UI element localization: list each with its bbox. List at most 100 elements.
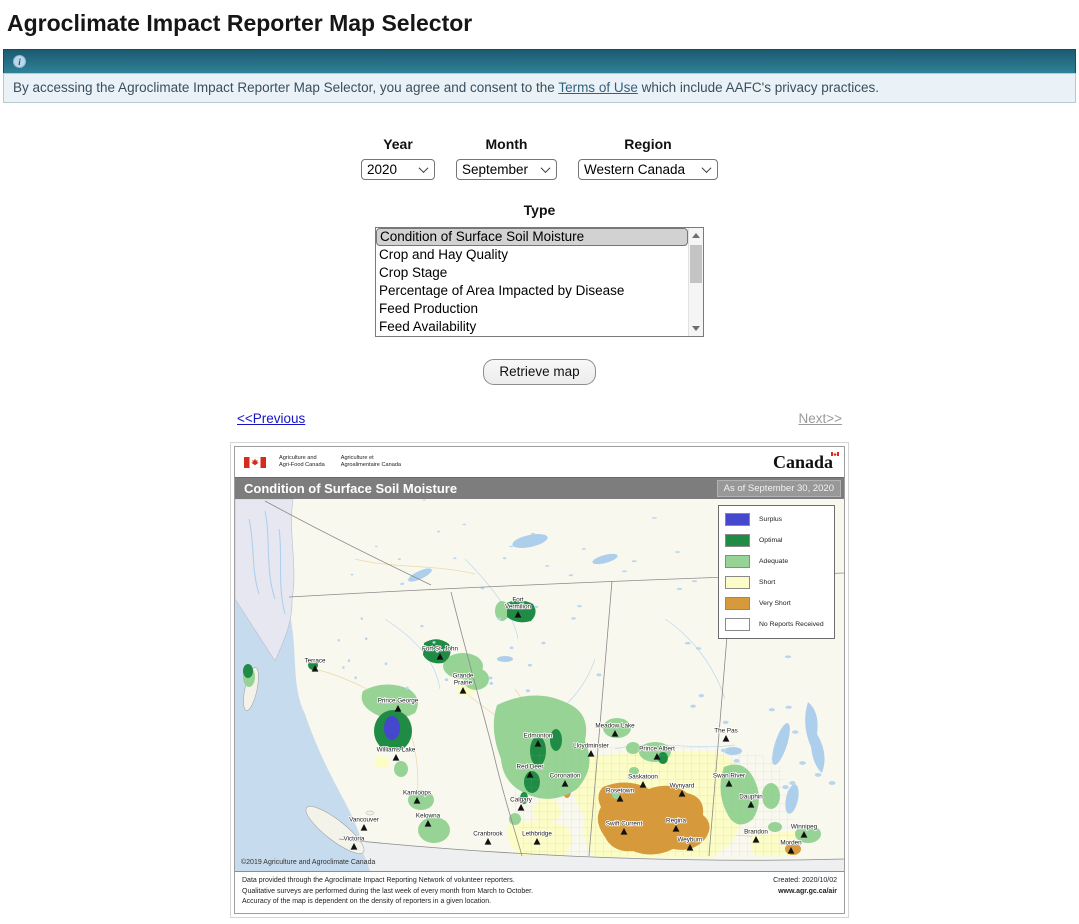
month-label: Month: [486, 136, 528, 152]
scroll-up-button[interactable]: [689, 228, 703, 243]
svg-text:Kamloops: Kamloops: [403, 790, 431, 797]
year-label: Year: [383, 136, 413, 152]
region-label: Region: [624, 136, 671, 152]
svg-text:Victoria: Victoria: [344, 836, 365, 843]
map-canvas: TerraceFortVermilionFort St. JohnGrandeP…: [235, 499, 844, 871]
chevron-down-icon: [702, 163, 712, 173]
legend-swatch-none: [725, 618, 750, 631]
map-copyright: ©2019 Agriculture and Agroclimate Canada: [241, 859, 375, 866]
svg-text:Weyburn: Weyburn: [677, 837, 703, 844]
legend-label: Short: [759, 579, 775, 586]
type-option[interactable]: Feed Production: [376, 300, 688, 318]
map-footer-line: Qualitative surveys are performed during…: [242, 887, 533, 898]
legend-item-optimal: Optimal: [719, 530, 834, 551]
scrollbar-thumb[interactable]: [690, 245, 702, 283]
legend-swatch-optimal: [725, 534, 750, 547]
svg-text:Lethbridge: Lethbridge: [522, 831, 552, 838]
svg-text:Winnipeg: Winnipeg: [791, 824, 818, 831]
chevron-down-icon: [541, 163, 551, 173]
map-gov-header: Agriculture and Agri-Food Canada Agricul…: [235, 447, 844, 477]
map-footer-line: Accuracy of the map is dependent on the …: [242, 897, 533, 908]
map-title-bar: Condition of Surface Soil Moisture As of…: [235, 477, 844, 499]
legend-label: No Reports Received: [759, 621, 824, 628]
legend-item-short: Short: [719, 572, 834, 593]
scroll-down-button[interactable]: [689, 321, 703, 336]
page-title: Agroclimate Impact Reporter Map Selector: [7, 10, 1079, 37]
type-label: Type: [0, 202, 1079, 218]
map-as-of-date: As of September 30, 2020: [717, 480, 841, 497]
region-value: Western Canada: [584, 162, 695, 177]
legend-item-very_short: Very Short: [719, 593, 834, 614]
department-name-fr: Agriculture et Agroalimentaire Canada: [341, 455, 401, 469]
info-banner: i: [3, 49, 1076, 73]
svg-text:Kelowna: Kelowna: [416, 813, 441, 820]
department-name-en: Agriculture and Agri-Food Canada: [279, 455, 325, 469]
canada-flag-icon: [244, 457, 266, 468]
type-option[interactable]: Feed Availability: [376, 318, 688, 336]
svg-text:Dauphin: Dauphin: [739, 794, 763, 801]
svg-text:Prince Albert: Prince Albert: [639, 746, 675, 753]
svg-text:Fort St. John: Fort St. John: [422, 646, 459, 653]
legend-label: Adequate: [759, 558, 788, 565]
svg-text:Cranbrook: Cranbrook: [473, 831, 503, 838]
next-link[interactable]: Next>>: [798, 411, 842, 426]
map-footer-notes: Data provided through the Agroclimate Im…: [242, 876, 533, 908]
svg-text:Red Deer: Red Deer: [517, 764, 544, 771]
retrieve-map-button[interactable]: Retrieve map: [483, 359, 595, 385]
terms-of-use-link[interactable]: Terms of Use: [558, 80, 638, 95]
month-value: September: [462, 162, 534, 177]
svg-text:The Pas: The Pas: [714, 728, 737, 735]
svg-text:Coronation: Coronation: [550, 773, 581, 780]
svg-text:Wynyard: Wynyard: [670, 783, 695, 790]
notice-text-suffix: which include AAFC's privacy practices.: [638, 80, 879, 95]
svg-text:Rosetown: Rosetown: [606, 788, 634, 795]
previous-link[interactable]: <<Previous: [237, 411, 305, 426]
map-footer-line: Data provided through the Agroclimate Im…: [242, 876, 533, 887]
map-image: Agriculture and Agri-Food Canada Agricul…: [234, 446, 845, 914]
year-select[interactable]: 2020: [361, 159, 435, 180]
map-created-date: Created: 2020/10/02: [773, 876, 837, 887]
legend-label: Optimal: [759, 537, 782, 544]
map-footer: Data provided through the Agroclimate Im…: [235, 871, 844, 913]
map-source-url: www.agr.gc.ca/air: [773, 887, 837, 898]
triangle-down-icon: [692, 326, 700, 331]
legend-item-none: No Reports Received: [719, 614, 834, 635]
month-select[interactable]: September: [456, 159, 557, 180]
svg-text:Vancouver: Vancouver: [349, 817, 379, 824]
map-selector-form: Year 2020 Month September Region Western…: [0, 136, 1079, 385]
notice-text: By accessing the Agroclimate Impact Repo…: [13, 80, 558, 95]
svg-text:Saskatoon: Saskatoon: [628, 774, 658, 781]
svg-text:Brandon: Brandon: [744, 829, 768, 836]
info-icon[interactable]: i: [13, 55, 26, 68]
wordmark-flag-icon: [831, 452, 839, 456]
svg-text:Morden: Morden: [780, 840, 802, 847]
type-option[interactable]: Condition of Surface Soil Moisture: [376, 228, 688, 246]
svg-text:Williams Lake: Williams Lake: [377, 747, 416, 754]
canada-wordmark: Canada: [773, 452, 835, 473]
legend-item-adequate: Adequate: [719, 551, 834, 572]
svg-text:Lloydminster: Lloydminster: [573, 743, 609, 750]
svg-text:GrandePrairie: GrandePrairie: [452, 673, 474, 687]
type-option[interactable]: Crop Stage: [376, 264, 688, 282]
legend-swatch-short: [725, 576, 750, 589]
legend-item-surplus: Surplus: [719, 509, 834, 530]
type-option[interactable]: Crop and Hay Quality: [376, 246, 688, 264]
year-value: 2020: [367, 162, 412, 177]
svg-text:Swan River: Swan River: [713, 773, 745, 780]
type-option[interactable]: Percentage of Area Impacted by Disease: [376, 282, 688, 300]
svg-text:Calgary: Calgary: [510, 797, 533, 804]
listbox-scrollbar[interactable]: [688, 228, 703, 336]
legend-swatch-adequate: [725, 555, 750, 568]
svg-text:Meadow Lake: Meadow Lake: [595, 723, 635, 730]
svg-text:Prince George: Prince George: [378, 698, 419, 705]
type-listbox[interactable]: Condition of Surface Soil MoistureCrop a…: [375, 227, 704, 337]
svg-text:Swift Current: Swift Current: [606, 821, 643, 828]
legend-label: Very Short: [759, 600, 791, 607]
map-frame: Agriculture and Agri-Food Canada Agricul…: [230, 442, 849, 918]
svg-text:Terrace: Terrace: [305, 658, 326, 665]
region-select[interactable]: Western Canada: [578, 159, 718, 180]
legend-label: Surplus: [759, 516, 782, 523]
notice-banner: By accessing the Agroclimate Impact Repo…: [3, 73, 1076, 103]
map-title: Condition of Surface Soil Moisture: [244, 481, 457, 496]
chevron-down-icon: [419, 163, 429, 173]
